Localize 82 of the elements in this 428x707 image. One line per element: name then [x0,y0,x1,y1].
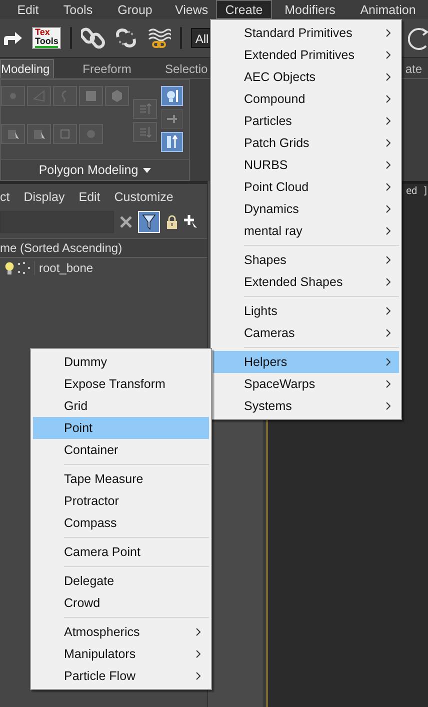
menu-item[interactable]: Cameras [213,322,399,344]
explorer-menu-item[interactable]: Customize [114,190,174,204]
menu-item[interactable]: Expose Transform [33,373,209,395]
object-name[interactable]: root_bone [34,261,94,275]
menu-item[interactable]: Grid [33,395,209,417]
bulb-icon [165,89,179,103]
column-header[interactable]: me (Sorted Ascending) [0,238,207,258]
menu-item[interactable]: Dummy [33,351,209,373]
stack-up-icon [138,102,152,116]
wave-link-icon[interactable] [147,27,172,49]
pin-icon [165,112,179,126]
menu-item[interactable]: Helpers [213,351,399,373]
menu-item[interactable]: Manipulators [33,643,209,665]
select-cube-button[interactable] [1,124,25,144]
toggle-button[interactable] [161,86,183,106]
polygon-icon [84,89,98,103]
polygon-button[interactable] [79,86,103,106]
menu-item[interactable]: Modifiers [274,0,346,19]
menu-item[interactable]: Patch Grids [213,132,399,154]
bone-icon[interactable] [17,262,31,274]
menu-item[interactable]: Camera Point [33,541,209,563]
add-cursor-icon[interactable] [184,215,198,229]
link-icon[interactable] [81,27,106,49]
close-icon[interactable] [120,216,132,228]
box-button[interactable] [53,124,77,144]
menu-item[interactable]: Crowd [33,592,209,614]
lock-icon[interactable] [166,215,178,229]
menu-item[interactable]: Compound [213,88,399,110]
menu-item[interactable]: Animation [348,0,428,19]
filter-button[interactable] [138,211,160,233]
select-cube-button[interactable] [27,124,51,144]
menu-item[interactable]: Extended Shapes [213,271,399,293]
menu-item[interactable]: Compass [33,512,209,534]
bulb-icon[interactable] [5,262,14,274]
explorer-menu-item[interactable]: Edit [78,190,100,204]
toggle-button[interactable] [161,132,183,152]
menu-item[interactable]: Particle Flow [33,665,209,687]
menu-item[interactable]: Shapes [213,249,399,271]
unlink-icon[interactable] [114,27,138,49]
viewport-label[interactable]: ed ] [406,186,428,197]
rotate-icon[interactable] [408,26,428,50]
menu-item[interactable]: Systems [213,395,399,417]
menu-item[interactable]: Standard Primitives [213,22,399,44]
menu-item[interactable]: Point Cloud [213,176,399,198]
menu-item[interactable]: Lights [213,300,399,322]
menu-item[interactable]: Tools [52,0,104,19]
element-button[interactable] [105,86,129,106]
menu-item[interactable]: Point [33,417,209,439]
ribbon-tab[interactable]: ate [404,59,423,78]
select-cube-icon [32,127,46,141]
menu-item[interactable]: Atmospherics [33,621,209,643]
ribbon-tab[interactable]: Modeling [0,59,54,78]
stack-down-icon [138,125,152,139]
menu-item[interactable]: SpaceWarps [213,373,399,395]
menu-item[interactable]: Dynamics [213,198,399,220]
ribbon-tab[interactable]: Freeform [54,59,160,78]
menu-item[interactable]: mental ray [213,220,399,242]
stack-up-button[interactable] [133,99,157,119]
menu-item[interactable]: Tape Measure [33,468,209,490]
stack-down-button[interactable] [133,122,157,142]
redo-arrow-icon[interactable] [3,30,23,46]
menu-item[interactable]: Create [216,0,272,19]
menu-item[interactable]: Particles [213,110,399,132]
toggle-button[interactable] [161,109,183,129]
menu-item[interactable]: AEC Objects [213,66,399,88]
menu-item[interactable]: NURBS [213,154,399,176]
select-cube-icon [6,127,20,141]
menu-item[interactable]: Edit [6,0,50,19]
menu-item[interactable]: Container [33,439,209,461]
menu-item[interactable]: Extended Primitives [213,44,399,66]
menu-item[interactable]: Group [106,0,164,19]
bar-arrow-icon [165,135,179,149]
filter-icon [142,214,156,230]
caret-icon[interactable] [143,168,152,172]
explorer-menu-item[interactable]: ct [0,190,10,204]
explorer-menu-item[interactable]: Display [24,190,65,204]
ribbon-tab[interactable]: Selectio [164,59,209,78]
textools-logo[interactable]: Tex Tools [32,27,62,49]
box-icon [58,127,72,141]
menu-item[interactable]: Delegate [33,570,209,592]
menu-item[interactable]: Views [166,0,214,19]
menu-item[interactable]: Protractor [33,490,209,512]
